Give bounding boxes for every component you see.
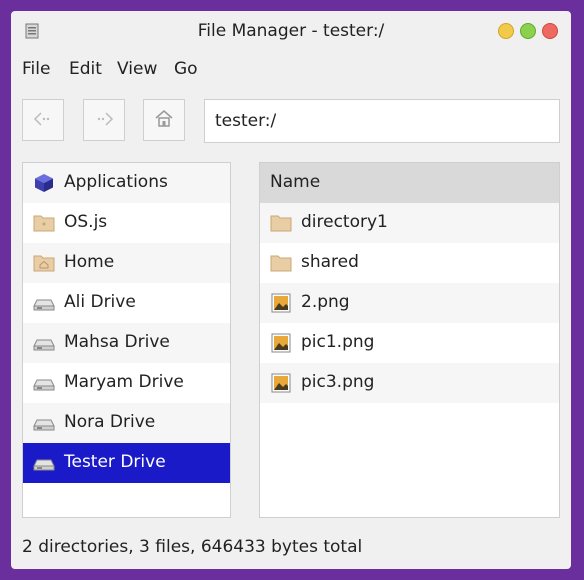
menu-view[interactable]: View <box>117 59 157 79</box>
sidebar-item-maryam-drive[interactable]: Maryam Drive <box>23 363 230 403</box>
drive-icon <box>33 372 55 394</box>
home-icon <box>154 109 174 131</box>
drive-icon <box>33 412 55 434</box>
sidebar-item-label: Home <box>64 252 115 272</box>
file-name: 2.png <box>301 292 350 312</box>
sidebar-item-nora-drive[interactable]: Nora Drive <box>23 403 230 443</box>
drive-icon <box>33 452 55 474</box>
maximize-button[interactable] <box>520 23 536 39</box>
status-bar: 2 directories, 3 files, 646433 bytes tot… <box>22 537 363 557</box>
sidebar-item-label: Mahsa Drive <box>64 332 170 352</box>
folder-icon <box>33 212 55 234</box>
back-arrow-icon <box>33 111 53 130</box>
file-name: shared <box>301 252 359 272</box>
applications-cube-icon <box>33 172 55 194</box>
sidebar-item-label: Ali Drive <box>64 292 136 312</box>
sidebar-item-label: Maryam Drive <box>64 372 184 392</box>
file-row[interactable]: shared <box>260 243 559 283</box>
sidebar-item-label: Tester Drive <box>64 452 166 472</box>
sidebar-item-home[interactable]: Home <box>23 243 230 283</box>
back-button[interactable] <box>22 99 64 141</box>
file-row[interactable]: directory1 <box>260 203 559 243</box>
column-header-name[interactable]: Name <box>260 163 559 203</box>
sidebar-item-label: Nora Drive <box>64 412 156 432</box>
image-icon <box>270 292 292 314</box>
sidebar: Applications OS.js Home Ali Drive Mahsa … <box>22 162 231 518</box>
sidebar-item-applications[interactable]: Applications <box>23 163 230 203</box>
file-name: directory1 <box>301 212 388 232</box>
menu-edit[interactable]: Edit <box>69 59 102 79</box>
drive-icon <box>33 332 55 354</box>
drive-icon <box>33 292 55 314</box>
column-header-label: Name <box>270 172 321 192</box>
file-name: pic3.png <box>301 372 375 392</box>
file-list: Name directory1 shared 2.png pic1.png pi… <box>259 162 560 518</box>
forward-arrow-icon <box>94 111 114 130</box>
image-icon <box>270 372 292 394</box>
address-input[interactable]: tester:/ <box>204 99 560 143</box>
folder-icon <box>270 212 292 234</box>
sidebar-item-label: Applications <box>64 172 168 192</box>
file-name: pic1.png <box>301 332 375 352</box>
file-row[interactable]: pic3.png <box>260 363 559 403</box>
file-row[interactable]: pic1.png <box>260 323 559 363</box>
forward-button[interactable] <box>83 99 125 141</box>
close-button[interactable] <box>542 23 558 39</box>
home-folder-icon <box>33 252 55 274</box>
menu-go[interactable]: Go <box>174 59 198 79</box>
sidebar-item-tester-drive[interactable]: Tester Drive <box>23 443 230 483</box>
minimize-button[interactable] <box>498 23 514 39</box>
menu-file[interactable]: File <box>22 59 50 79</box>
image-icon <box>270 332 292 354</box>
sidebar-item-ali-drive[interactable]: Ali Drive <box>23 283 230 323</box>
file-row[interactable]: 2.png <box>260 283 559 323</box>
window-title: File Manager - tester:/ <box>197 21 385 41</box>
folder-icon <box>270 252 292 274</box>
sidebar-item-mahsa-drive[interactable]: Mahsa Drive <box>23 323 230 363</box>
file-manager-window: File Manager - tester:/ File Edit View G… <box>11 11 571 569</box>
home-button[interactable] <box>143 99 185 141</box>
sidebar-item-label: OS.js <box>64 212 108 232</box>
title-bar[interactable]: File Manager - tester:/ <box>11 11 571 51</box>
sidebar-item-osjs[interactable]: OS.js <box>23 203 230 243</box>
